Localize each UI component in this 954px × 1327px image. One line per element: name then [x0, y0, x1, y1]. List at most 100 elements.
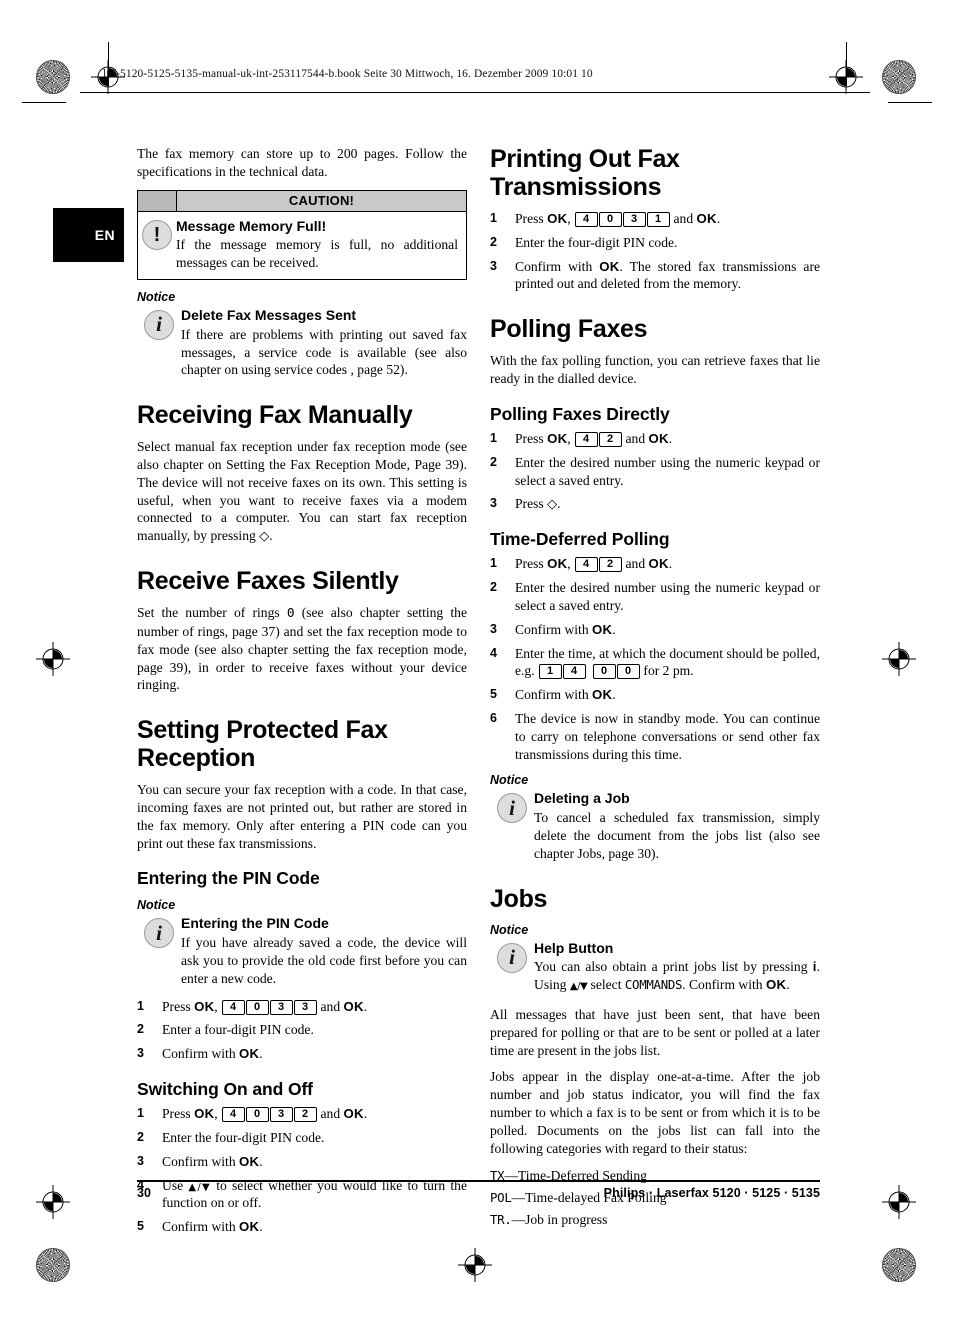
- help-notice-text-pre: You can also obtain a print jobs list by…: [534, 959, 813, 975]
- keypad-key: 2: [598, 431, 622, 447]
- keypad-key: 3: [269, 1107, 293, 1123]
- step-text: Confirm with: [162, 1046, 240, 1062]
- step-number: 5: [137, 1219, 144, 1234]
- footer-divider-rule: [137, 1180, 820, 1182]
- step-text: Enter the desired number using the numer…: [515, 454, 820, 488]
- step-item: 6 The device is now in standby mode. You…: [490, 710, 820, 763]
- steps-switching-on-and-off: 1 Press OK, 4032 and OK. 2 Enter the fou…: [137, 1105, 467, 1236]
- receiving-fax-manually-text-1: Select manual fax reception under fax re…: [137, 439, 467, 544]
- step-number: 1: [137, 998, 144, 1013]
- step-item: 3 Confirm with OK.: [490, 621, 820, 639]
- exclamation-circle-icon: !: [142, 219, 172, 250]
- step-text: Press: [515, 556, 548, 572]
- step-text: Confirm with: [515, 258, 600, 274]
- notice-block-deleting-a-job: i Deleting a Job To cancel a scheduled f…: [490, 790, 820, 862]
- setting-protected-fax-reception-paragraph: You can secure your fax reception with a…: [137, 782, 467, 851]
- language-tab-en: EN: [53, 208, 124, 262]
- step-post: .: [259, 1219, 263, 1235]
- notice-label-entering-pin: Notice: [137, 898, 176, 913]
- steps-polling-faxes-directly: 1 Press OK, 42 and OK. 2 Enter the desir…: [490, 430, 820, 513]
- polling-faxes-paragraph: With the fax polling function, you can r…: [490, 353, 820, 386]
- caution-header-gutter: [138, 190, 177, 211]
- step-number: 6: [490, 711, 497, 726]
- step-text: Press: [162, 998, 195, 1014]
- step-comma: ,: [214, 1106, 222, 1122]
- keypad-key: 3: [622, 212, 646, 227]
- step-text: Enter a four-digit PIN code.: [162, 1022, 314, 1038]
- ok-button-label: OK: [648, 430, 669, 446]
- heading-setting-protected-fax-reception: Setting Protected Fax Reception: [137, 716, 388, 773]
- notice-icon-cell: i: [490, 940, 534, 994]
- step-comma: ,: [567, 211, 575, 226]
- keypad-key: 0: [598, 212, 622, 227]
- step-post: .: [668, 430, 673, 446]
- book-file-header: lpf-5120-5125-5135-manual-uk-int-2531175…: [103, 68, 593, 80]
- right-column: Printing Out Fax Transmissions 1 Press O…: [490, 145, 820, 1231]
- notice-label-delete-fax: Notice: [137, 289, 176, 304]
- keypad-key: 2: [293, 1107, 317, 1123]
- info-circle-icon: i: [497, 942, 527, 973]
- notice-title: Delete Fax Messages Sent: [181, 306, 357, 323]
- crop-mark-right-horizontal: [888, 102, 932, 103]
- job-status-code: POL: [490, 1190, 512, 1206]
- receiving-fax-manually-text-2: .: [269, 528, 273, 544]
- ok-button-label: OK: [766, 977, 787, 993]
- caution-box-header: CAUTION!: [138, 190, 466, 212]
- step-item: 3 Confirm with OK.: [137, 1153, 467, 1171]
- notice-text-cell: Help Button You can also obtain a print …: [534, 940, 820, 994]
- notice-block-help-button: i Help Button You can also obtain a prin…: [490, 940, 820, 994]
- heading-time-deferred-polling: Time-Deferred Polling: [490, 529, 670, 550]
- help-notice-text-mid2: select: [587, 977, 625, 993]
- registration-crosshair-mid-right: [882, 642, 916, 676]
- heading-printing-out-fax-transmissions: Printing Out Fax Transmissions: [490, 145, 680, 201]
- heading-receive-faxes-silently: Receive Faxes Silently: [137, 567, 399, 596]
- step-post: .: [668, 556, 673, 572]
- notice-block-delete-fax-messages-sent: i Delete Fax Messages Sent If there are …: [137, 307, 467, 379]
- step-text: Press: [515, 430, 548, 446]
- step-number: 2: [137, 1022, 144, 1037]
- keypad-key: 1: [538, 664, 562, 680]
- keypad-key: 1: [646, 212, 670, 227]
- step-item: 2 Enter a four-digit PIN code.: [137, 1021, 467, 1039]
- heading-polling-faxes-directly: Polling Faxes Directly: [490, 403, 670, 424]
- step-post: .: [259, 1153, 263, 1169]
- ok-button-label: OK: [648, 556, 669, 572]
- step-post: .: [612, 621, 616, 637]
- ok-button-label: OK: [547, 430, 568, 446]
- crop-mark-left-horizontal: [22, 102, 66, 103]
- step-item: 2 Enter the desired number using the num…: [490, 454, 820, 490]
- heading-receiving-fax-manually: Receiving Fax Manually: [137, 401, 413, 430]
- keypad-key: 4: [221, 999, 245, 1015]
- step-item: 5 Confirm with OK.: [137, 1218, 467, 1236]
- ok-button-label: OK: [194, 1106, 215, 1122]
- notice-label-deleting-a-job: Notice: [490, 773, 529, 788]
- jobs-paragraph-1: All messages that have just been sent, t…: [490, 1006, 820, 1058]
- step-text: Enter the desired number using the numer…: [515, 580, 820, 614]
- step-comma: ,: [214, 998, 222, 1014]
- ok-button-label: OK: [547, 211, 568, 226]
- ok-button-label: OK: [194, 998, 215, 1014]
- registration-crosshair-bottom-right: [882, 1185, 916, 1219]
- up-down-arrows-icon: ▲/▼: [569, 981, 588, 993]
- step-text: Press: [515, 496, 548, 512]
- footer-page-number: 30: [137, 1186, 151, 1200]
- step-text: Enter the four-digit PIN code.: [515, 234, 678, 250]
- notice-text-cell: Entering the PIN Code If you have alread…: [181, 915, 467, 987]
- up-down-arrows-icon: ▲/▼: [188, 1181, 212, 1193]
- step-number: 1: [137, 1106, 144, 1121]
- step-text: Confirm with: [162, 1153, 240, 1169]
- ok-button-label: OK: [592, 621, 613, 637]
- receiving-fax-manually-paragraph: Select manual fax reception under fax re…: [137, 438, 467, 545]
- receive-faxes-silently-paragraph: Set the number of rings 0 (see also chap…: [137, 604, 467, 694]
- step-mid: and: [622, 556, 649, 572]
- info-circle-icon: i: [497, 793, 527, 824]
- step-item: 2 Enter the four-digit PIN code.: [490, 234, 820, 252]
- step-number: 3: [137, 1046, 144, 1061]
- step-number: 2: [490, 580, 497, 595]
- notice-title: Deleting a Job: [534, 790, 630, 807]
- step-post: .: [259, 1046, 263, 1062]
- step-post: .: [363, 1106, 368, 1122]
- step-number: 3: [490, 496, 497, 511]
- caution-icon-cell: !: [138, 218, 176, 272]
- notice-label-help-button: Notice: [490, 922, 529, 937]
